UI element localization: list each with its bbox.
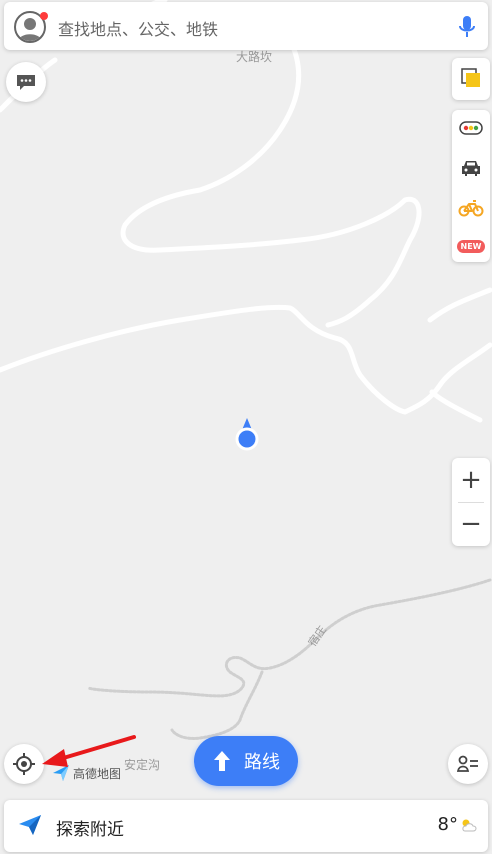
explore-nearby-bar[interactable]: 探索附近 8°	[4, 800, 488, 852]
route-arrow-icon	[214, 751, 230, 771]
temperature: 8°	[437, 814, 458, 835]
zoom-out-button[interactable]: −	[452, 502, 490, 546]
my-places-button[interactable]	[448, 744, 488, 784]
search-input[interactable]: 查找地点、公交、地铁	[58, 16, 218, 40]
microphone-icon[interactable]	[458, 14, 476, 44]
weather-partly-cloudy-icon	[462, 819, 477, 832]
map-label-top-place: 大路坎	[236, 50, 273, 64]
search-bar[interactable]: 查找地点、公交、地铁	[4, 2, 488, 50]
layers-button[interactable]	[452, 58, 490, 100]
amap-logo-text: 高德地图	[73, 766, 122, 781]
locate-button[interactable]	[4, 744, 44, 784]
traffic-button[interactable]	[452, 110, 490, 146]
chat-icon	[17, 75, 35, 90]
map-label-village: 安定沟	[124, 758, 161, 772]
route-button[interactable]: 路线	[194, 736, 298, 786]
message-button[interactable]	[6, 62, 46, 102]
bike-button[interactable]	[452, 190, 490, 226]
new-feature-button[interactable]: NEW	[452, 228, 490, 264]
layers-icon	[461, 68, 480, 87]
zoom-in-button[interactable]: +	[452, 458, 490, 502]
locate-icon	[13, 753, 35, 775]
bike-icon	[458, 200, 484, 217]
amap-logo-icon	[53, 765, 69, 781]
notification-dot	[40, 12, 48, 20]
map-canvas[interactable]	[0, 0, 492, 854]
traffic-light-icon	[459, 121, 483, 135]
taxi-button[interactable]	[452, 150, 490, 186]
route-label: 路线	[244, 752, 280, 773]
explore-nearby-label: 探索附近	[56, 820, 124, 840]
map-tools-panel: NEW	[452, 110, 490, 262]
new-badge: NEW	[456, 239, 486, 253]
zoom-controls: + −	[452, 458, 490, 546]
amap-logo: 高德地图	[52, 764, 121, 782]
profile-list-icon	[457, 755, 478, 772]
taxi-icon	[462, 161, 480, 176]
paper-plane-icon	[19, 815, 41, 835]
